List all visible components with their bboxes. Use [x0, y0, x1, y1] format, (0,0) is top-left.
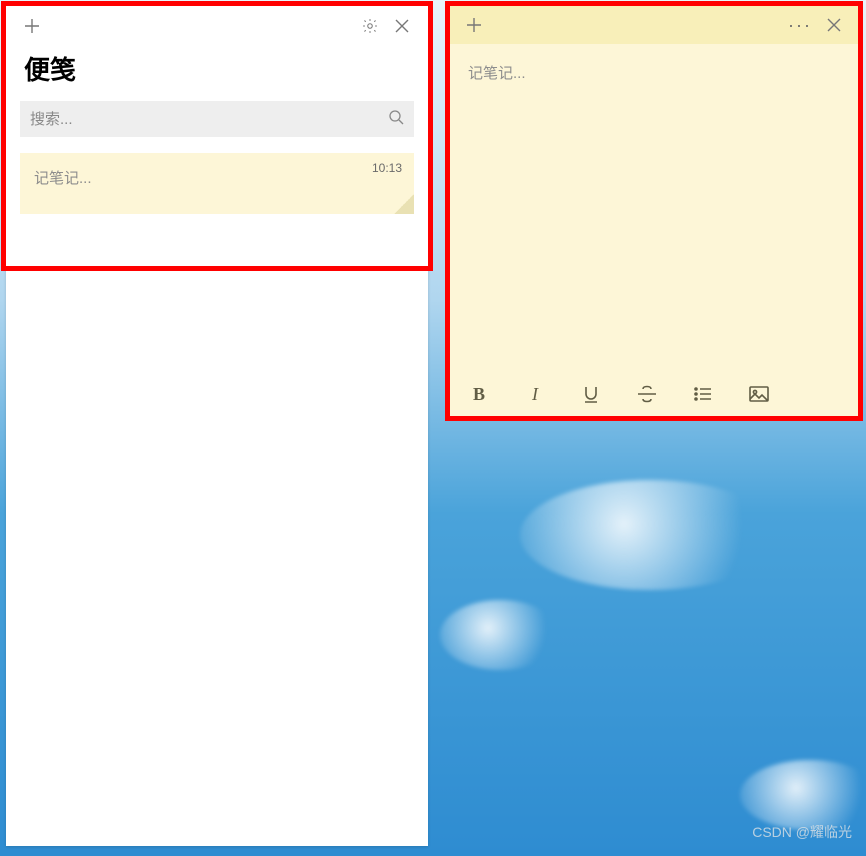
- new-note-button[interactable]: [16, 10, 48, 42]
- settings-button[interactable]: [354, 10, 386, 42]
- search-icon: [388, 109, 404, 130]
- close-icon: [827, 18, 841, 32]
- gear-icon: [361, 17, 379, 35]
- insert-image-button[interactable]: [748, 383, 770, 405]
- strikethrough-icon: [637, 385, 657, 403]
- image-icon: [749, 386, 769, 402]
- note-editor[interactable]: [450, 44, 858, 372]
- bold-button[interactable]: B: [468, 383, 490, 405]
- close-note-button[interactable]: [818, 9, 850, 41]
- list-icon: [694, 385, 712, 403]
- note-titlebar: ···: [450, 6, 858, 44]
- search-box[interactable]: [20, 101, 414, 137]
- italic-button[interactable]: I: [524, 383, 546, 405]
- plus-icon: [24, 18, 40, 34]
- note-menu-button[interactable]: ···: [782, 15, 818, 36]
- close-list-button[interactable]: [386, 10, 418, 42]
- format-toolbar: B I: [450, 372, 858, 416]
- plus-icon: [466, 17, 482, 33]
- sticky-note-window: ··· B I: [450, 6, 858, 416]
- underline-icon: [582, 385, 600, 403]
- strikethrough-button[interactable]: [636, 383, 658, 405]
- bullet-list-button[interactable]: [692, 383, 714, 405]
- list-title: 便笺: [6, 46, 428, 101]
- list-toolbar: [6, 6, 428, 46]
- note-timestamp: 10:13: [372, 161, 402, 175]
- new-note-button[interactable]: [458, 9, 490, 41]
- note-preview: 记笔记...: [34, 167, 400, 188]
- note-fold-corner: [394, 194, 414, 214]
- close-icon: [395, 19, 409, 33]
- underline-button[interactable]: [580, 383, 602, 405]
- note-list-item[interactable]: 10:13 记笔记...: [20, 153, 414, 214]
- search-input[interactable]: [30, 111, 388, 128]
- sticky-notes-list-window: 便笺 10:13 记笔记...: [6, 6, 428, 846]
